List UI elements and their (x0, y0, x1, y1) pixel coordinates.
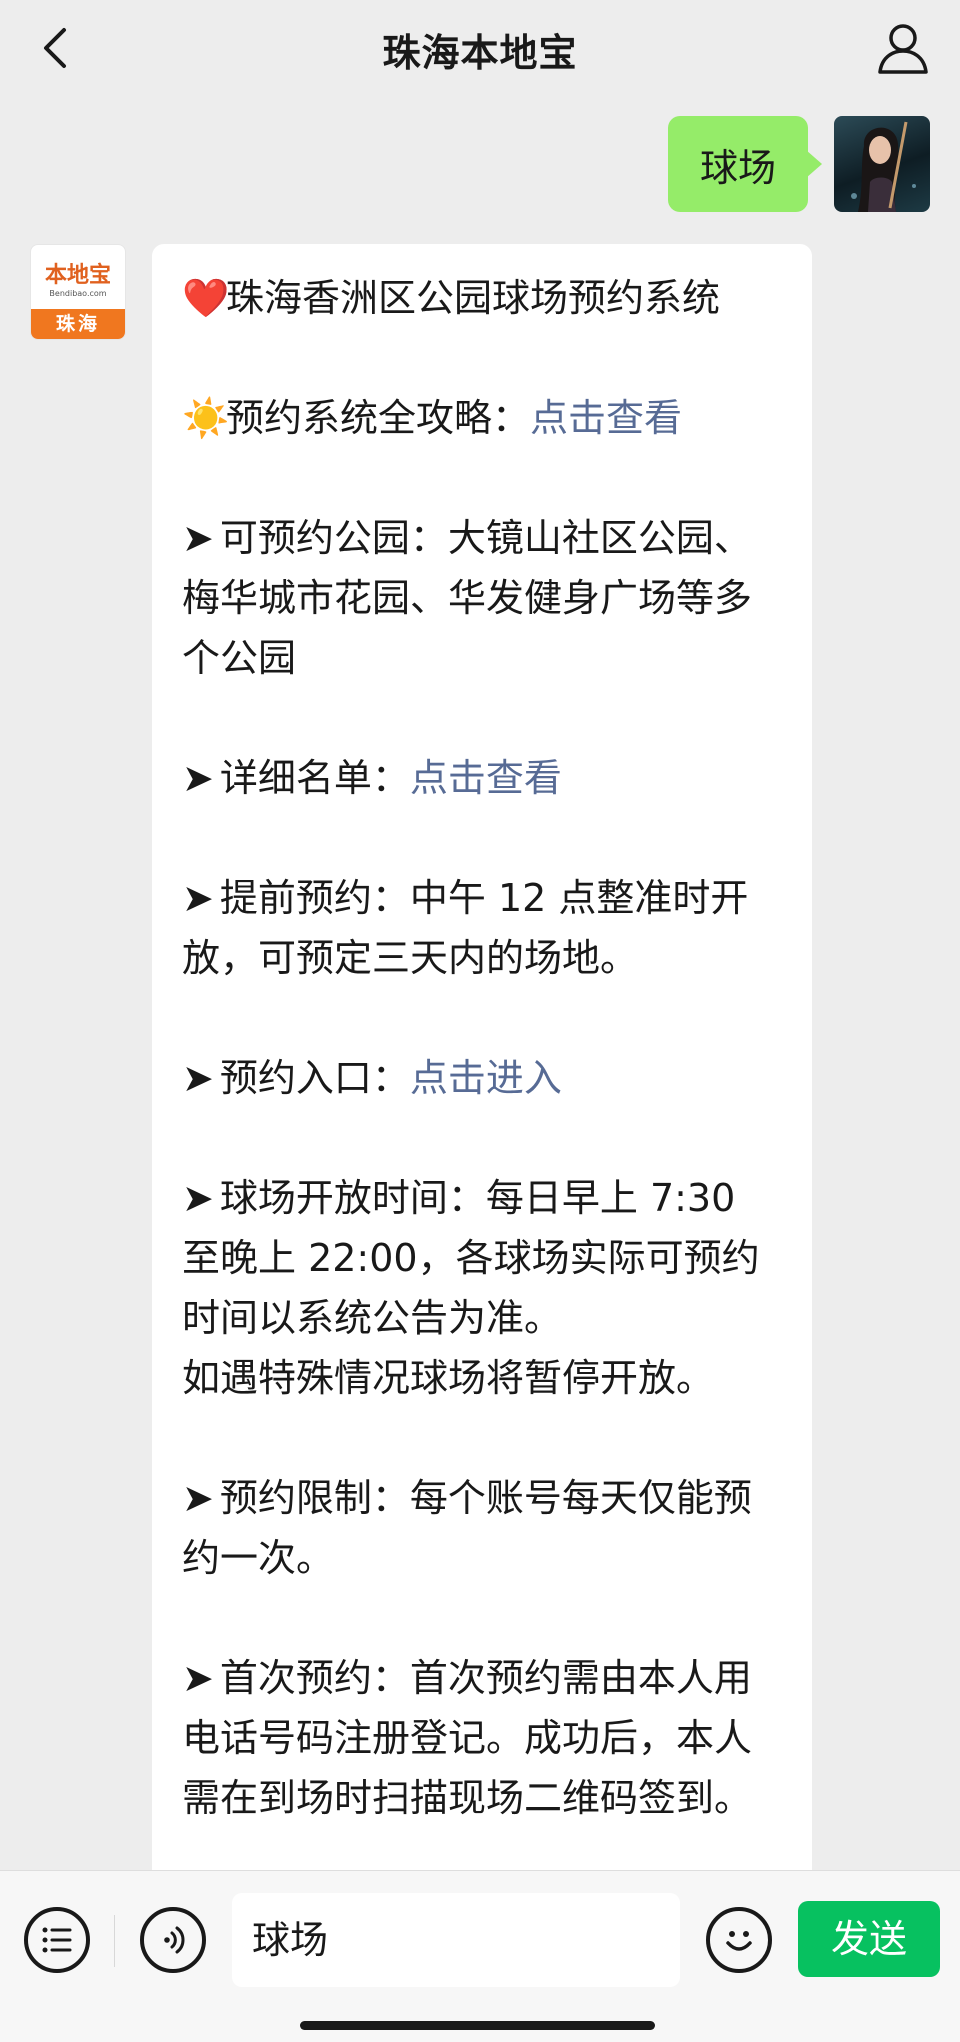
guide-line: ☀️预约系统全攻略：点击查看 (182, 388, 782, 448)
hours-text-1: 每日早上 7:30 (485, 1176, 736, 1220)
bot-avatar-city: 珠海 (31, 309, 125, 339)
voice-icon (164, 1926, 185, 1954)
parks-text-1: 大镜山社区公园、 (447, 516, 752, 560)
parks-label: 可预约公园： (219, 516, 448, 560)
bot-avatar[interactable]: 本地宝 Bendibao.com 珠海 (30, 244, 126, 340)
home-indicator[interactable] (300, 2021, 655, 2030)
guide-label: 预约系统全攻略： (226, 396, 531, 440)
entry-label: 预约入口： (219, 1056, 410, 1100)
first-text-3: 需在到场时扫描现场二维码签到。 (182, 1776, 753, 1820)
emoji-icon (726, 1931, 752, 1951)
voice-button[interactable] (140, 1907, 206, 1973)
header-bar: 珠海本地宝 (0, 0, 960, 96)
limit-label: 预约限制： (219, 1476, 410, 1520)
message-title-line: ❤️珠海香洲区公园球场预约系统 (182, 268, 782, 328)
send-button[interactable]: 发送 (798, 1901, 940, 1977)
hours-text-3: 时间以系统公告为准。 (182, 1296, 563, 1340)
limit-line: ➤ 预约限制：每个账号每天仅能预 (182, 1468, 782, 1528)
advance-text-2: 放，可预定三天内的场地。 (182, 936, 639, 980)
message-title: 珠海香洲区公园球场预约系统 (226, 276, 721, 320)
message-input[interactable]: 球场 (232, 1893, 680, 1987)
first-text-2: 电话号码注册登记。成功后，本人 (182, 1716, 753, 1760)
advance-text-1: 中午 12 点整准时开 (409, 876, 749, 920)
arrow-icon: ➤ (182, 516, 214, 560)
arrow-icon: ➤ (182, 1656, 214, 1700)
parks-line: ➤ 可预约公园：大镜山社区公园、 (182, 508, 782, 568)
heart-icon: ❤️ (182, 276, 230, 320)
person-icon (878, 24, 928, 74)
entry-link[interactable]: 点击进入 (410, 1056, 562, 1100)
arrow-icon: ➤ (182, 876, 214, 920)
first-label: 首次预约： (219, 1656, 410, 1700)
first-line: ➤ 首次预约：首次预约需由本人用 (182, 1648, 782, 1708)
chat-area[interactable]: 球场 本地宝 Bendibao.com 珠海 ❤️珠海香洲区公园球场预约系统 ☀… (0, 96, 960, 1870)
parks-text-3: 个公园 (182, 636, 297, 680)
bot-message: 本地宝 Bendibao.com 珠海 ❤️珠海香洲区公园球场预约系统 ☀️预约… (30, 244, 812, 1870)
hours-text-4: 如遇特殊情况球场将暂停开放。 (182, 1356, 715, 1400)
entry-line: ➤ 预约入口：点击进入 (182, 1048, 782, 1108)
arrow-icon: ➤ (182, 756, 214, 800)
bot-avatar-logo: 本地宝 (44, 263, 111, 288)
first-text-1: 首次预约需由本人用 (409, 1656, 752, 1700)
page-title: 珠海本地宝 (382, 31, 578, 75)
user-message: 球场 (667, 116, 930, 212)
emoji-button[interactable] (706, 1907, 772, 1973)
advance-line: ➤ 提前预约：中午 12 点整准时开 (182, 868, 782, 928)
hours-line: ➤ 球场开放时间：每日早上 7:30 (182, 1168, 782, 1228)
arrow-icon: ➤ (182, 1056, 214, 1100)
list-line: ➤ 详细名单：点击查看 (182, 748, 782, 808)
user-avatar[interactable] (834, 116, 930, 212)
parks-text-2: 梅华城市花园、华发健身广场等多 (182, 576, 753, 620)
bot-message-bubble: ❤️珠海香洲区公园球场预约系统 ☀️预约系统全攻略：点击查看 ➤ 可预约公园：大镜… (152, 244, 812, 1870)
list-menu-icon (42, 1927, 72, 1953)
arrow-icon: ➤ (182, 1476, 214, 1520)
sun-icon: ☀️ (182, 396, 230, 440)
menu-button[interactable] (24, 1907, 90, 1973)
message-input-value: 球场 (252, 1918, 329, 1962)
profile-button[interactable] (872, 18, 934, 80)
user-avatar-image (851, 121, 916, 212)
guide-link[interactable]: 点击查看 (530, 396, 682, 440)
list-label: 详细名单： (219, 756, 410, 800)
hours-label: 球场开放时间： (219, 1176, 486, 1220)
bot-avatar-domain: Bendibao.com (49, 289, 107, 298)
user-message-text: 球场 (699, 145, 776, 190)
limit-text-1: 每个账号每天仅能预 (409, 1476, 752, 1520)
input-bar: 球场 发送 (0, 1870, 960, 2042)
divider (114, 1915, 115, 1967)
hours-text-2: 至晚上 22:00，各球场实际可预约 (182, 1236, 760, 1280)
user-message-bubble[interactable]: 球场 (667, 116, 823, 212)
limit-text-2: 约一次。 (182, 1536, 335, 1580)
arrow-icon: ➤ (182, 1176, 214, 1220)
advance-label: 提前预约： (219, 876, 410, 920)
list-link[interactable]: 点击查看 (410, 756, 562, 800)
